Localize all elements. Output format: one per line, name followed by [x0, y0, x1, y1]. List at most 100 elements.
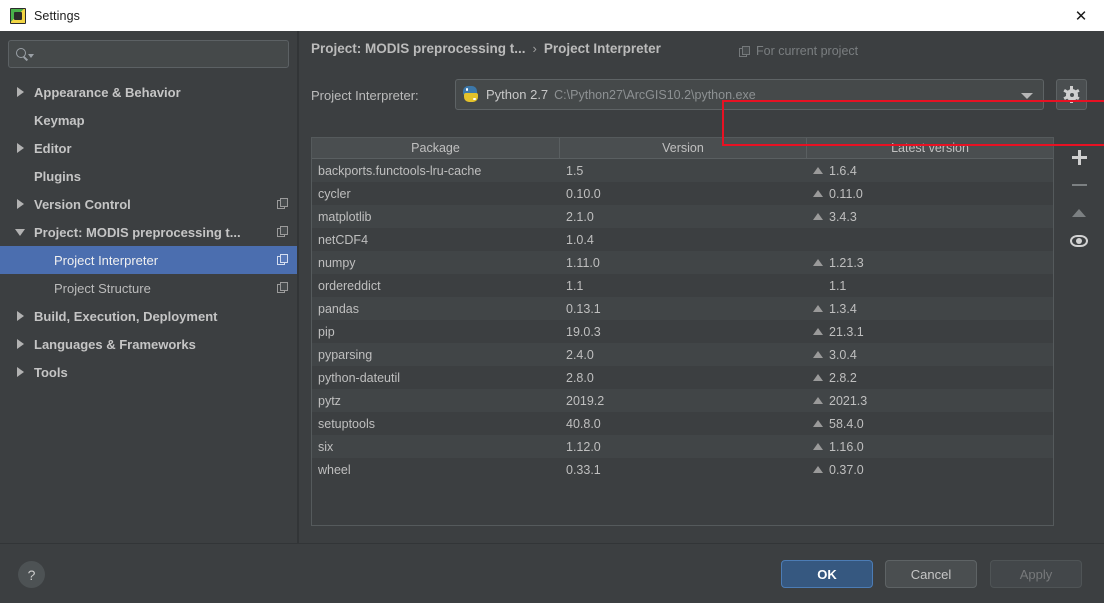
chevron-down-icon[interactable]: [1021, 93, 1033, 99]
search-box[interactable]: [8, 40, 289, 68]
cell-version: 2.1.0: [560, 210, 807, 224]
upgrade-available-icon: [813, 466, 823, 473]
add-package-button[interactable]: [1065, 143, 1093, 171]
gear-icon: [1064, 87, 1079, 102]
packages-table: Package Version Latest version backports…: [311, 137, 1054, 526]
column-header-version[interactable]: Version: [560, 138, 807, 158]
latest-version-text: 1.16.0: [829, 440, 864, 454]
sidebar-item-keymap[interactable]: Keymap: [0, 106, 297, 134]
breadcrumb-parent[interactable]: Project: MODIS preprocessing t...: [311, 41, 526, 56]
tree-spacer: [14, 281, 28, 295]
table-row[interactable]: pytz2019.2 2021.3: [312, 389, 1053, 412]
sidebar-item-label: Project Interpreter: [54, 253, 158, 268]
cell-latest-version: 1.21.3: [807, 256, 1053, 270]
latest-version-text: 2021.3: [829, 394, 867, 408]
module-icon: [277, 254, 288, 265]
table-row[interactable]: ordereddict1.11.1: [312, 274, 1053, 297]
chevron-right-icon[interactable]: [14, 365, 28, 379]
minus-icon: [1072, 184, 1087, 187]
cell-version: 1.12.0: [560, 440, 807, 454]
cancel-button[interactable]: Cancel: [885, 560, 977, 588]
for-current-project-text: For current project: [756, 44, 858, 58]
upgrade-available-icon: [813, 397, 823, 404]
latest-version-text: 1.21.3: [829, 256, 864, 270]
column-header-latest-version[interactable]: Latest version: [807, 138, 1053, 158]
cell-version: 2.4.0: [560, 348, 807, 362]
cell-latest-version: 2021.3: [807, 394, 1053, 408]
sidebar-item-label: Tools: [34, 365, 68, 380]
cell-version: 1.11.0: [560, 256, 807, 270]
cell-version: 19.0.3: [560, 325, 807, 339]
interpreter-settings-button[interactable]: [1056, 79, 1087, 110]
cell-package: wheel: [312, 463, 560, 477]
table-row[interactable]: matplotlib2.1.03.4.3: [312, 205, 1053, 228]
interpreter-dropdown[interactable]: Python 2.7 C:\Python27\ArcGIS10.2\python…: [455, 79, 1044, 110]
settings-dialog: Settings ✕ Appearance & Behavior Keymap Ed…: [0, 0, 1104, 603]
sidebar-item-label: Appearance & Behavior: [34, 85, 181, 100]
table-row[interactable]: backports.functools-lru-cache1.51.6.4: [312, 159, 1053, 182]
sidebar-item-project-structure[interactable]: Project Structure: [0, 274, 297, 302]
sidebar-item-plugins[interactable]: Plugins: [0, 162, 297, 190]
latest-version-text: 2.8.2: [829, 371, 857, 385]
help-button[interactable]: ?: [18, 561, 45, 588]
cell-latest-version: 1.6.4: [807, 164, 1053, 178]
sidebar-item-appearance-behavior[interactable]: Appearance & Behavior: [0, 78, 297, 106]
plus-icon: [1072, 150, 1087, 165]
column-header-package[interactable]: Package: [312, 138, 560, 158]
cell-package: six: [312, 440, 560, 454]
chevron-down-icon[interactable]: [14, 225, 28, 239]
breadcrumb-current: Project Interpreter: [544, 41, 661, 56]
sidebar-item-version-control[interactable]: Version Control: [0, 190, 297, 218]
table-row[interactable]: netCDF41.0.4: [312, 228, 1053, 251]
cell-package: netCDF4: [312, 233, 560, 247]
chevron-right-icon[interactable]: [14, 141, 28, 155]
sidebar-item-label: Editor: [34, 141, 72, 156]
cell-latest-version: 0.37.0: [807, 463, 1053, 477]
breadcrumb: Project: MODIS preprocessing t... › Proj…: [311, 41, 661, 56]
pycharm-icon: [10, 8, 26, 24]
dialog-body: Appearance & Behavior Keymap Editor Plugins…: [0, 31, 1104, 603]
table-row[interactable]: six1.12.0 1.16.0: [312, 435, 1053, 458]
cell-latest-version: 21.3.1: [807, 325, 1053, 339]
upgrade-available-icon: [813, 443, 823, 450]
chevron-right-icon[interactable]: [14, 197, 28, 211]
table-row[interactable]: cycler0.10.00.11.0: [312, 182, 1053, 205]
cell-version: 1.5: [560, 164, 807, 178]
table-row[interactable]: numpy1.11.0 1.21.3: [312, 251, 1053, 274]
table-row[interactable]: pyparsing2.4.03.0.4: [312, 343, 1053, 366]
sidebar-item-label: Keymap: [34, 113, 85, 128]
cell-version: 2.8.0: [560, 371, 807, 385]
latest-version-text: 1.6.4: [829, 164, 857, 178]
for-current-project-label: For current project: [739, 44, 858, 58]
chevron-right-icon[interactable]: [14, 85, 28, 99]
tree-spacer: [14, 169, 28, 183]
chevron-right-icon[interactable]: [14, 337, 28, 351]
close-icon[interactable]: ✕: [1058, 0, 1104, 31]
sidebar-item-tools[interactable]: Tools: [0, 358, 297, 386]
table-row[interactable]: wheel0.33.10.37.0: [312, 458, 1053, 481]
sidebar-item-project-modis-preprocessing-t[interactable]: Project: MODIS preprocessing t...: [0, 218, 297, 246]
cell-version: 2019.2: [560, 394, 807, 408]
window-title: Settings: [34, 9, 80, 23]
module-icon: [277, 198, 288, 209]
sidebar-item-project-interpreter[interactable]: Project Interpreter: [0, 246, 297, 274]
cell-package: pytz: [312, 394, 560, 408]
table-row[interactable]: setuptools40.8.058.4.0: [312, 412, 1053, 435]
table-row[interactable]: pip19.0.321.3.1: [312, 320, 1053, 343]
chevron-right-icon[interactable]: [14, 309, 28, 323]
upgrade-available-icon: [813, 190, 823, 197]
table-row[interactable]: pandas0.13.11.3.4: [312, 297, 1053, 320]
ok-button[interactable]: OK: [781, 560, 873, 588]
search-input[interactable]: [36, 47, 281, 61]
table-row[interactable]: python-dateutil2.8.02.8.2: [312, 366, 1053, 389]
sidebar-item-languages-frameworks[interactable]: Languages & Frameworks: [0, 330, 297, 358]
cell-package: cycler: [312, 187, 560, 201]
cell-latest-version: 1.1: [807, 279, 1053, 293]
cell-package: numpy: [312, 256, 560, 270]
upgrade-available-icon: [813, 351, 823, 358]
cell-version: 0.13.1: [560, 302, 807, 316]
sidebar-item-build-execution-deployment[interactable]: Build, Execution, Deployment: [0, 302, 297, 330]
show-early-releases-button[interactable]: [1065, 227, 1093, 255]
sidebar-item-editor[interactable]: Editor: [0, 134, 297, 162]
cell-package: ordereddict: [312, 279, 560, 293]
